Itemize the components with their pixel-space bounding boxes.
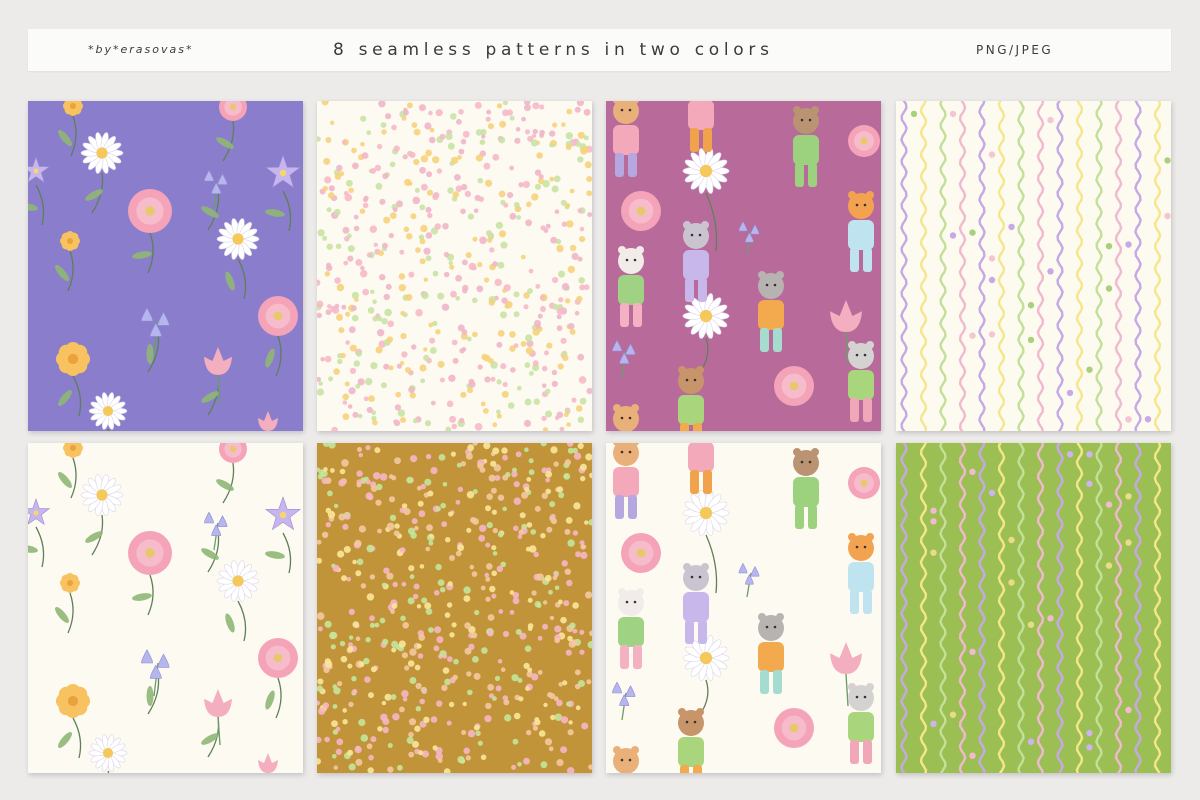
- rose-icon: [774, 366, 814, 406]
- yellow-flower-icon: [60, 573, 80, 593]
- yellow-flower-icon: [56, 684, 90, 718]
- floral-pattern-cream: [28, 443, 303, 773]
- rose-icon: [621, 533, 661, 573]
- rose-icon: [258, 296, 298, 336]
- animal-character-icon: [678, 708, 704, 773]
- rose-icon: [128, 531, 172, 575]
- rose-icon: [774, 708, 814, 748]
- pattern-tile-floral-purple: [28, 101, 303, 431]
- leaf-icon: [146, 686, 154, 706]
- file-formats: PNG/JPEG: [976, 43, 1054, 57]
- brand-signature: *by*erasovas*: [88, 43, 194, 56]
- yellow-flower-icon: [60, 231, 80, 251]
- animals-pattern-magenta: [606, 101, 881, 431]
- rose-icon: [621, 191, 661, 231]
- animal-character-icon: [613, 404, 639, 431]
- page-title: 8 seamless patterns in two colors: [333, 40, 774, 60]
- rose-icon: [258, 638, 298, 678]
- pattern-tile-confetti-cream: [317, 101, 592, 431]
- confetti-pattern-cream: [317, 101, 592, 431]
- pattern-tile-waves-cream: [896, 101, 1171, 431]
- waves-pattern-cream: [896, 101, 1171, 431]
- pattern-tile-floral-cream: [28, 443, 303, 773]
- pattern-tile-animals-cream: [606, 443, 881, 773]
- header-bar: *by*erasovas* 8 seamless patterns in two…: [28, 29, 1171, 71]
- animals-pattern-cream: [606, 443, 881, 773]
- animal-character-icon: [613, 746, 639, 773]
- animal-character-icon: [678, 366, 704, 431]
- rose-icon: [848, 467, 880, 499]
- yellow-flower-icon: [56, 342, 90, 376]
- confetti-pattern-mustard: [317, 443, 592, 773]
- pattern-tile-waves-green: [896, 443, 1171, 773]
- rose-icon: [848, 125, 880, 157]
- pattern-tile-confetti-mustard: [317, 443, 592, 773]
- leaf-icon: [146, 344, 154, 364]
- floral-pattern-purple: [28, 101, 303, 431]
- waves-pattern-green: [896, 443, 1171, 773]
- pattern-tile-animals-magenta: [606, 101, 881, 431]
- rose-icon: [128, 189, 172, 233]
